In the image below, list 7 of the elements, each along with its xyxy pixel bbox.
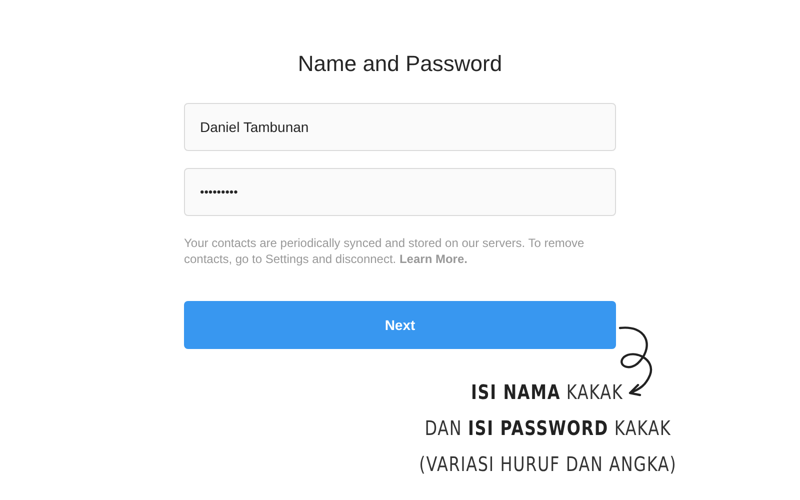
annotation-text: (VARIASI HURUF DAN ANGKA) (418, 451, 676, 478)
privacy-note: Your contacts are periodically synced and stored on our servers. To remove contacts, go to Settings and disconnect. Learn More. (184, 235, 586, 267)
page-title: Name and Password (298, 51, 502, 77)
annotation-text: ISI NAMA KAKAK (471, 379, 624, 406)
password-field[interactable]: ••••••••• (184, 168, 616, 216)
name-field[interactable]: Daniel Tambunan (184, 103, 616, 151)
annotation-text: DAN ISI PASSWORD KAKAK (424, 415, 671, 442)
